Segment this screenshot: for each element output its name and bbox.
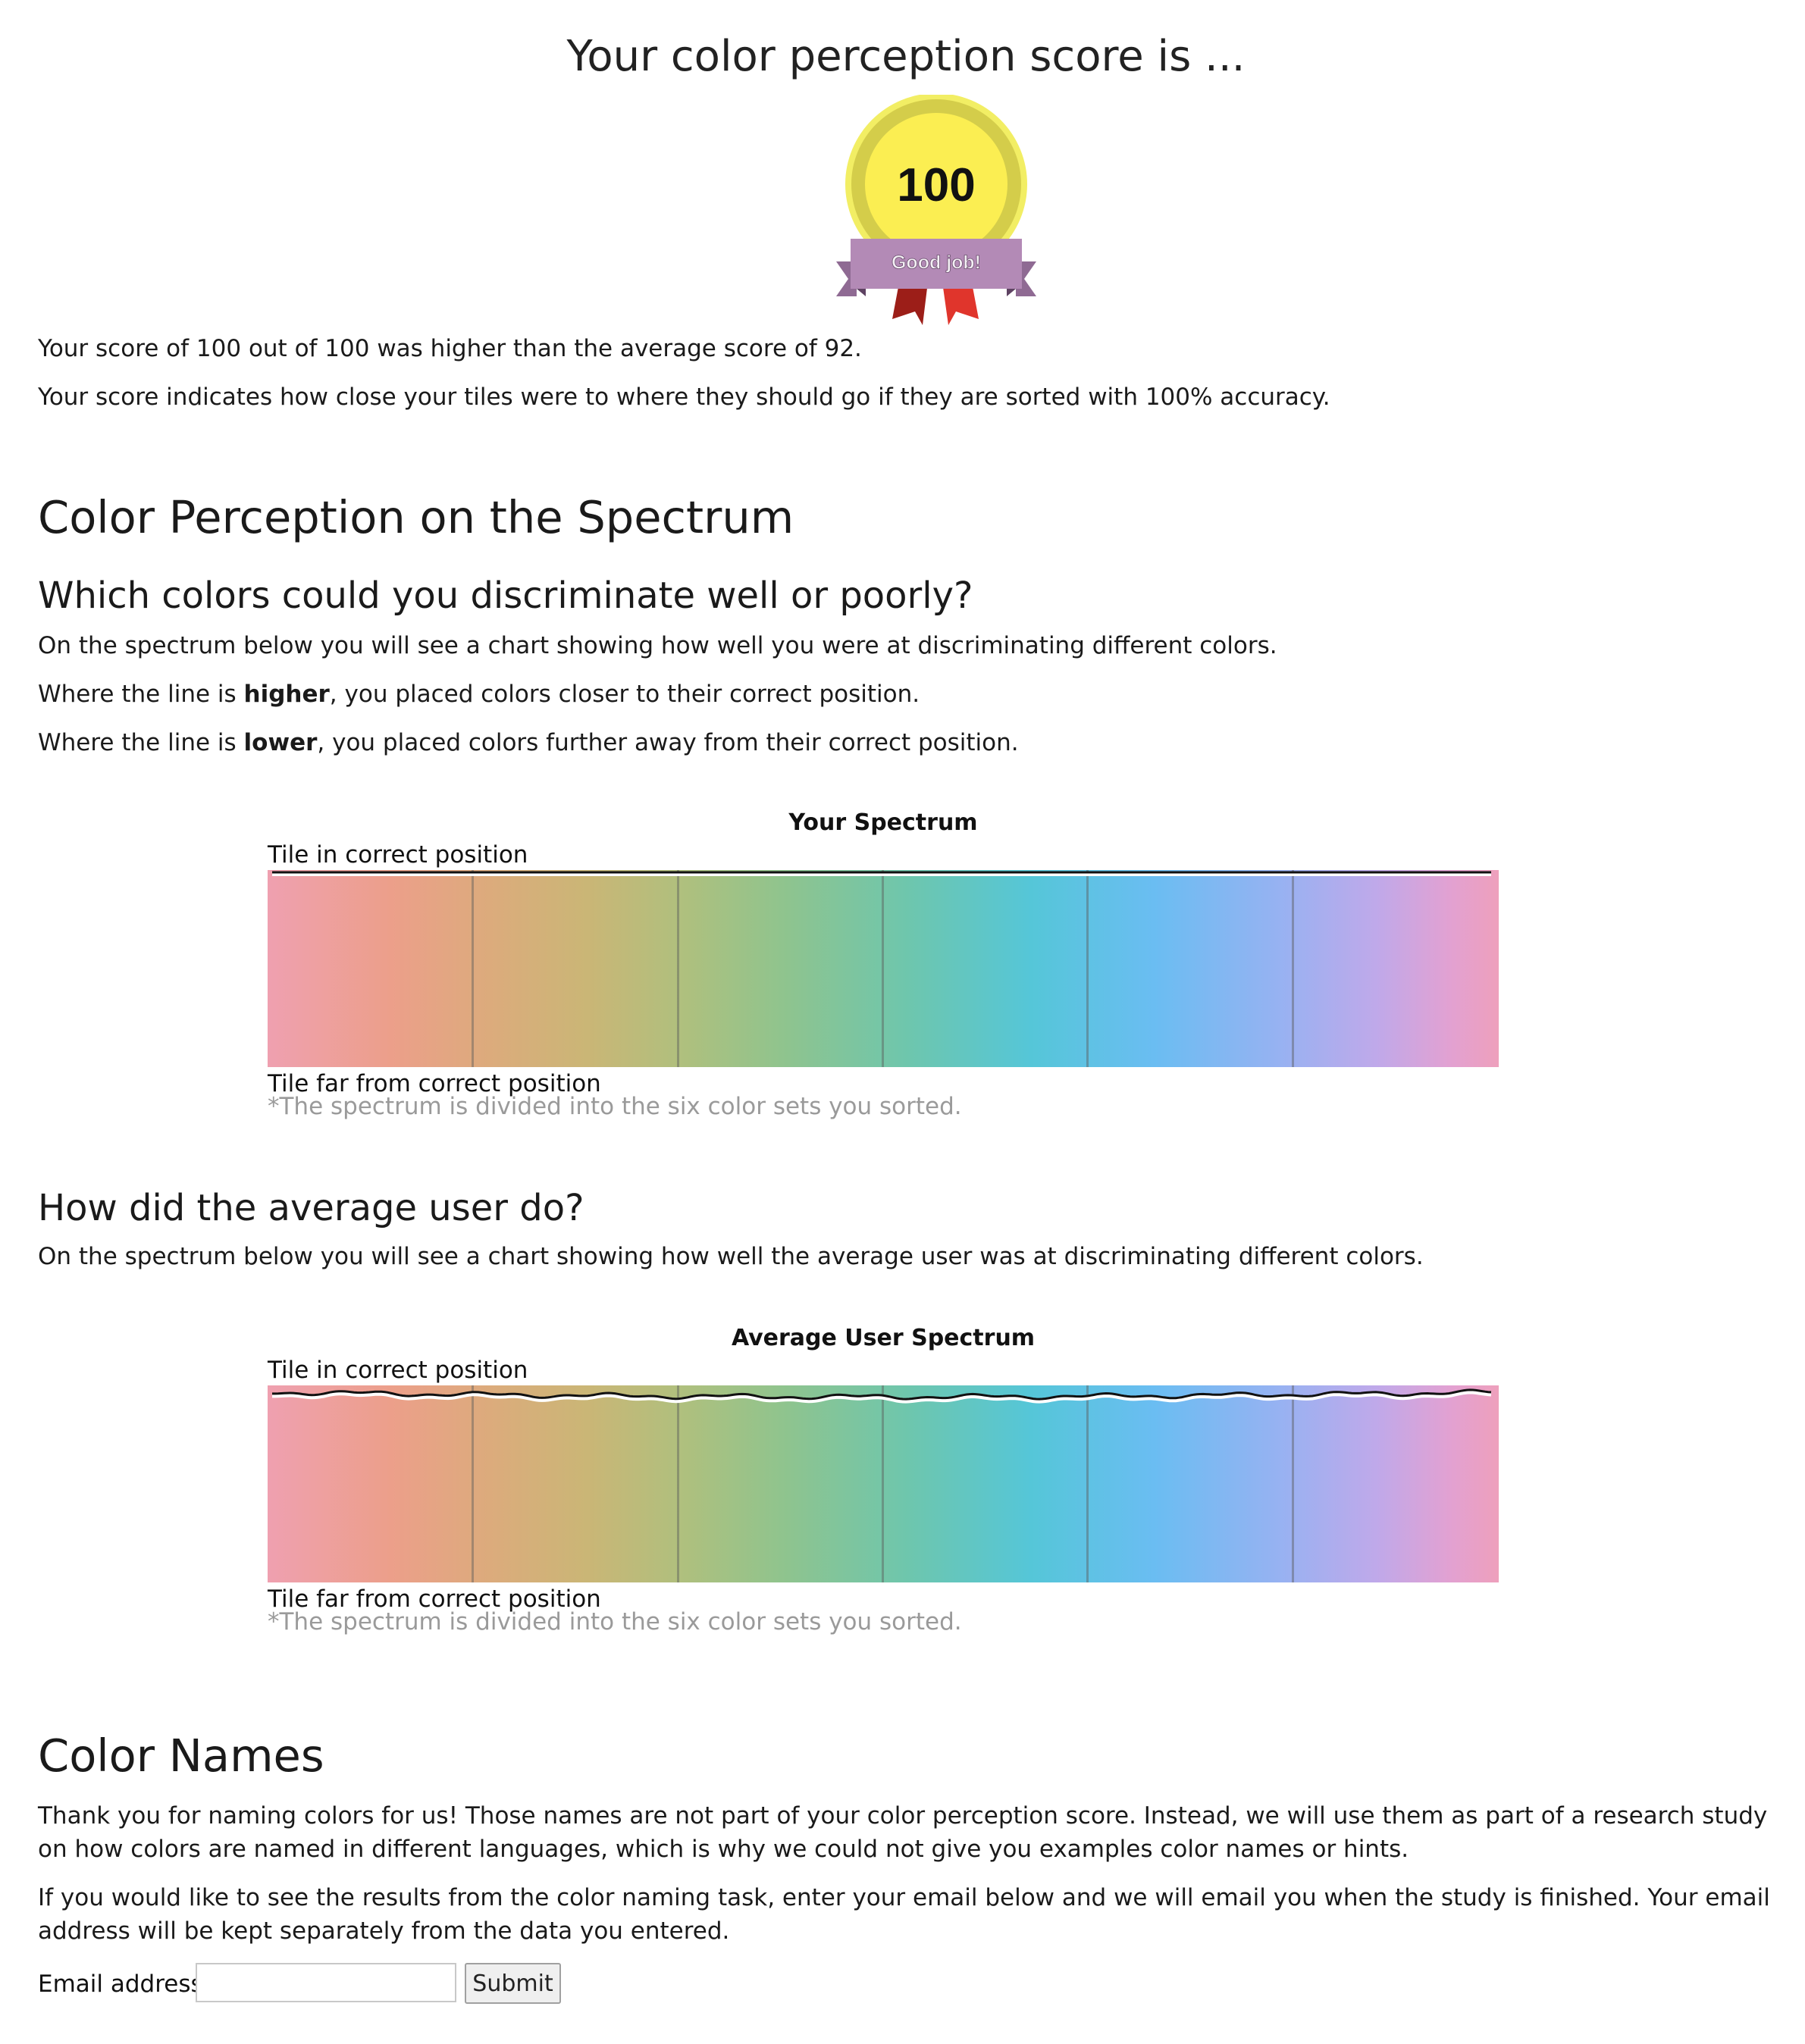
average-spectrum-chart: Average User Spectrum Tile in correct po… xyxy=(268,1323,1499,1642)
lower-bold: lower xyxy=(243,729,318,756)
lower-post: , you placed colors further away from th… xyxy=(317,729,1019,756)
score-badge: 100 Good job! xyxy=(823,95,1050,337)
email-label: Email address: xyxy=(38,1970,212,1998)
color-names-para-2: If you would like to see the results fro… xyxy=(38,1884,1770,1945)
score-heading: Your color perception score is ... xyxy=(566,32,1246,81)
higher-explanation: Where the line is higher, you placed col… xyxy=(38,678,920,711)
badge-graphic: 100 Good job! xyxy=(836,95,1036,325)
average-spectrum-note: *The spectrum is divided into the six co… xyxy=(268,1608,962,1636)
higher-pre: Where the line is xyxy=(38,681,244,708)
your-spectrum-chart: Your Spectrum Tile in correct position T… xyxy=(268,808,1499,1126)
banner-fold-left xyxy=(857,289,866,296)
color-names-heading: Color Names xyxy=(38,1729,324,1782)
average-spectrum-line xyxy=(272,1388,1492,1404)
average-spectrum-top-label: Tile in correct position xyxy=(268,1357,528,1384)
your-spectrum-top-label: Tile in correct position xyxy=(268,841,528,869)
average-spectrum-bar xyxy=(268,1385,1499,1582)
color-names-para-1: Thank you for naming colors for us! Thos… xyxy=(38,1802,1768,1863)
average-heading: How did the average user do? xyxy=(38,1187,584,1229)
score-summary: Your score of 100 out of 100 was higher … xyxy=(38,335,862,362)
perception-intro: On the spectrum below you will see a cha… xyxy=(38,632,1277,659)
score-explanation: Your score indicates how close your tile… xyxy=(38,383,1330,411)
lower-pre: Where the line is xyxy=(38,729,244,756)
perception-heading: Color Perception on the Spectrum xyxy=(38,491,794,543)
average-spectrum-title: Average User Spectrum xyxy=(731,1325,1036,1351)
banner-fold-right xyxy=(1007,289,1016,296)
higher-bold: higher xyxy=(243,681,330,708)
email-input[interactable] xyxy=(196,1963,456,2002)
badge-score: 100 xyxy=(897,159,975,211)
your-spectrum-line xyxy=(272,871,1491,876)
your-spectrum-title: Your Spectrum xyxy=(788,809,978,836)
higher-post: , you placed colors closer to their corr… xyxy=(329,681,920,708)
lower-explanation: Where the line is lower, you placed colo… xyxy=(38,726,1019,759)
banner-text: Good job! xyxy=(892,252,981,274)
your-spectrum-note: *The spectrum is divided into the six co… xyxy=(268,1093,962,1120)
your-spectrum-bar xyxy=(268,870,1499,1067)
submit-button[interactable]: Submit xyxy=(465,1963,561,2004)
average-intro: On the spectrum below you will see a cha… xyxy=(38,1243,1424,1270)
perception-subheading: Which colors could you discriminate well… xyxy=(38,574,973,617)
